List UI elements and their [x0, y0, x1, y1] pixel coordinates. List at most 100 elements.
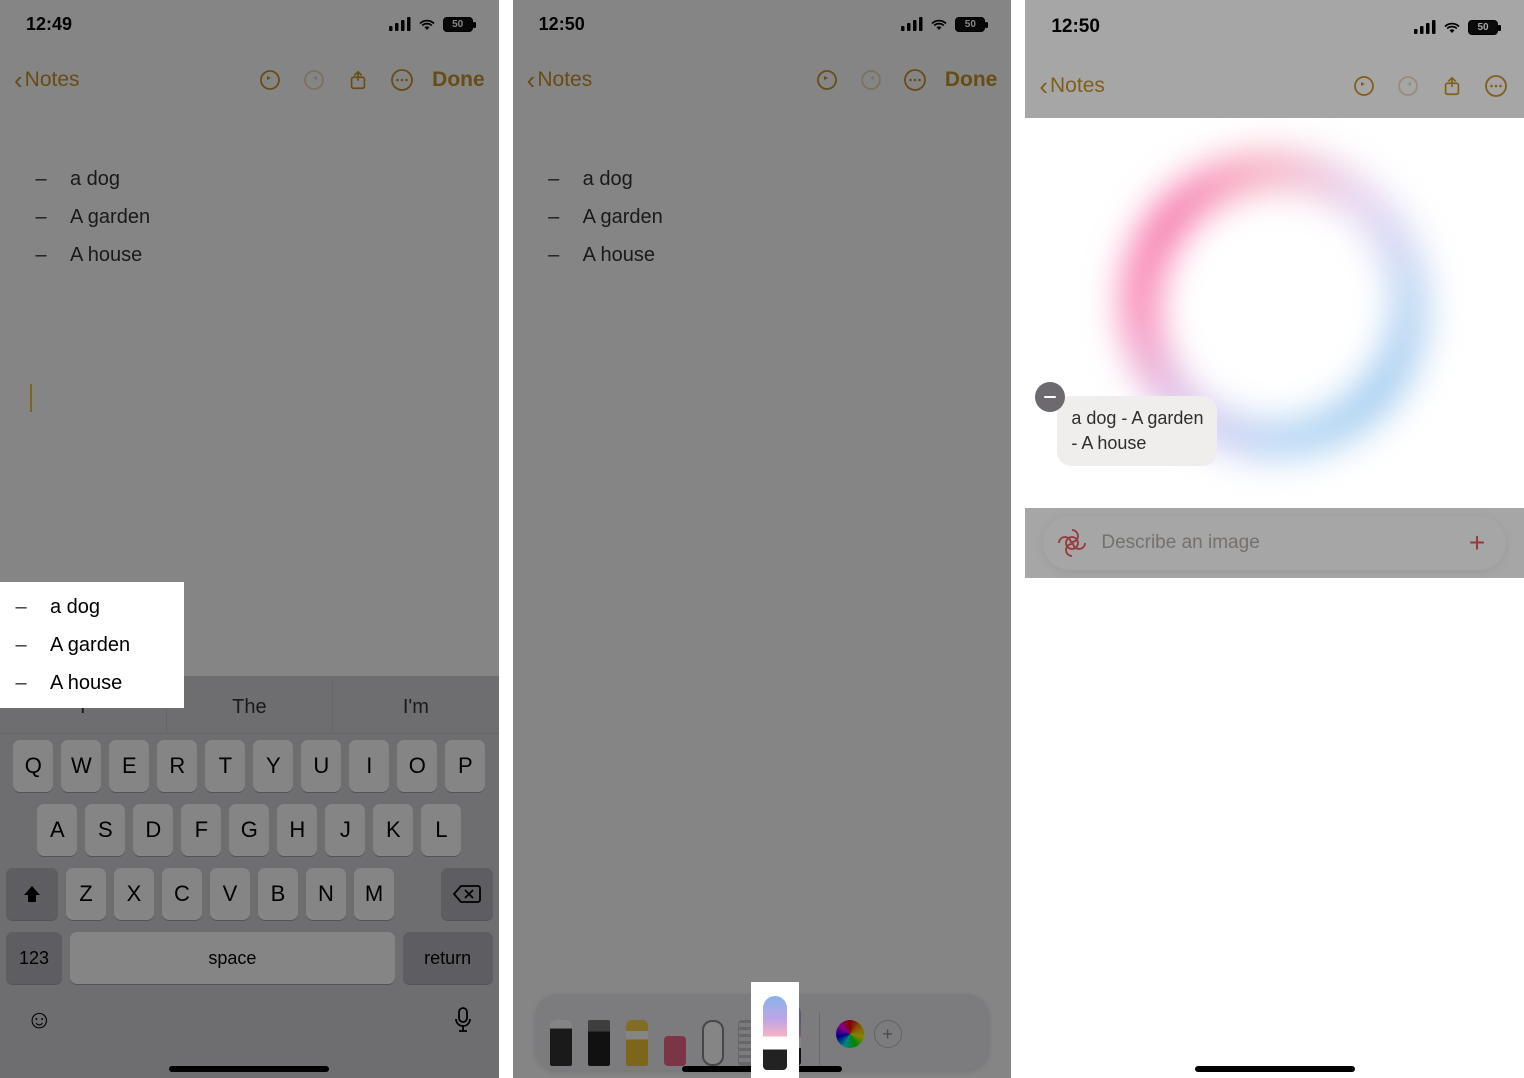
key[interactable]: N [306, 868, 346, 920]
cellular-icon [901, 17, 923, 31]
key[interactable]: Q [13, 740, 53, 792]
list-item: –a dog [543, 160, 982, 198]
key[interactable]: C [162, 868, 202, 920]
key-row: QWERTYUIOP [0, 734, 499, 798]
add-to-prompt-icon[interactable]: + [1462, 528, 1492, 558]
playground-logo-icon [1057, 528, 1087, 558]
key[interactable]: L [421, 804, 461, 856]
key[interactable]: O [397, 740, 437, 792]
numbers-key[interactable]: 123 [6, 932, 62, 984]
battery-icon: 50 [443, 17, 473, 32]
mic-icon[interactable] [453, 1007, 473, 1033]
key-row: 123 space return [0, 926, 499, 1004]
status-time: 12:49 [26, 14, 72, 35]
status-bar: 12:49 50 [0, 0, 499, 48]
more-icon[interactable] [1482, 72, 1510, 100]
emoji-icon[interactable]: ☺ [26, 1004, 53, 1035]
key-row: ASDFGHJKL [0, 798, 499, 862]
status-indicators: 50 [389, 17, 473, 32]
panel-2: 12:50 50 ‹Notes Done –a dog –A garden –A… [513, 0, 1012, 1078]
done-button[interactable]: Done [432, 68, 485, 92]
add-tool-icon[interactable]: + [874, 1020, 902, 1048]
pen-tool[interactable] [547, 1002, 575, 1066]
undo-icon[interactable] [813, 66, 841, 94]
key[interactable]: Y [253, 740, 293, 792]
list-item: –A garden [30, 198, 469, 236]
key[interactable]: U [301, 740, 341, 792]
keyboard-bottom: ☺ [0, 1004, 499, 1059]
back-label: Notes [537, 68, 592, 92]
key[interactable]: D [133, 804, 173, 856]
color-picker-icon[interactable] [836, 1020, 864, 1048]
delete-key[interactable] [441, 868, 493, 920]
image-generation-preview: a dog - A garden - A house [1025, 128, 1524, 502]
chevron-left-icon: ‹ [1039, 73, 1048, 99]
nav-bar: ‹Notes [1025, 54, 1524, 118]
suggestion[interactable]: The [167, 682, 334, 733]
key-row: ZXCVBNM [0, 862, 499, 926]
marker-tool[interactable] [623, 1002, 651, 1066]
back-button[interactable]: ‹Notes [14, 67, 80, 93]
key[interactable]: Z [66, 868, 106, 920]
key[interactable]: T [205, 740, 245, 792]
undo-icon[interactable] [256, 66, 284, 94]
key[interactable]: G [229, 804, 269, 856]
list-item: –A house [30, 236, 469, 274]
space-key[interactable]: space [70, 932, 395, 984]
chevron-left-icon: ‹ [14, 67, 23, 93]
key[interactable]: K [373, 804, 413, 856]
home-indicator[interactable] [169, 1066, 329, 1072]
key[interactable]: J [325, 804, 365, 856]
suggestion[interactable]: I'm [333, 682, 499, 733]
key[interactable]: B [258, 868, 298, 920]
redo-icon[interactable] [300, 66, 328, 94]
battery-icon: 50 [1468, 20, 1498, 35]
share-icon[interactable] [1438, 72, 1466, 100]
key[interactable]: X [114, 868, 154, 920]
more-icon[interactable] [388, 66, 416, 94]
key[interactable]: E [109, 740, 149, 792]
prompt-bubble[interactable]: a dog - A garden - A house [1057, 396, 1217, 466]
key[interactable]: V [210, 868, 250, 920]
key[interactable]: P [445, 740, 485, 792]
battery-icon: 50 [955, 17, 985, 32]
key[interactable]: S [85, 804, 125, 856]
lasso-tool[interactable] [699, 1002, 727, 1066]
share-icon[interactable] [344, 66, 372, 94]
key[interactable]: R [157, 740, 197, 792]
return-key[interactable]: return [403, 932, 493, 984]
status-bar: 12:50 50 [513, 0, 1012, 48]
more-icon[interactable] [901, 66, 929, 94]
status-time: 12:50 [1051, 16, 1100, 38]
back-label: Notes [1050, 74, 1105, 98]
key[interactable]: I [349, 740, 389, 792]
highlight-wand-tool[interactable] [751, 982, 799, 1078]
nav-bar: ‹Notes Done [0, 48, 499, 112]
list-item: –a dog [30, 160, 469, 198]
cellular-icon [389, 17, 411, 31]
key[interactable]: A [37, 804, 77, 856]
cellular-icon [1414, 20, 1436, 34]
key[interactable]: M [354, 868, 394, 920]
back-button[interactable]: ‹Notes [1039, 73, 1105, 99]
keyboard: I The I'm QWERTYUIOP ASDFGHJKL ZXCVBNM 1… [0, 676, 499, 1078]
wifi-icon [417, 17, 437, 31]
status-time: 12:50 [539, 14, 585, 35]
key[interactable]: W [61, 740, 101, 792]
redo-icon[interactable] [1394, 72, 1422, 100]
back-button[interactable]: ‹Notes [527, 67, 593, 93]
undo-icon[interactable] [1350, 72, 1378, 100]
prompt-input[interactable]: Describe an image + [1043, 516, 1506, 570]
done-button[interactable]: Done [945, 68, 998, 92]
shift-key[interactable] [6, 868, 58, 920]
pencil-tool[interactable] [585, 1002, 613, 1066]
key[interactable]: H [277, 804, 317, 856]
wifi-icon [929, 17, 949, 31]
key[interactable]: F [181, 804, 221, 856]
note-body[interactable]: –a dog –A garden –A house [513, 112, 1012, 322]
note-body[interactable]: –a dog –A garden –A house [0, 112, 499, 460]
eraser-tool[interactable] [661, 1002, 689, 1066]
redo-icon[interactable] [857, 66, 885, 94]
home-indicator[interactable] [1195, 1066, 1355, 1072]
wifi-icon [1442, 20, 1462, 34]
